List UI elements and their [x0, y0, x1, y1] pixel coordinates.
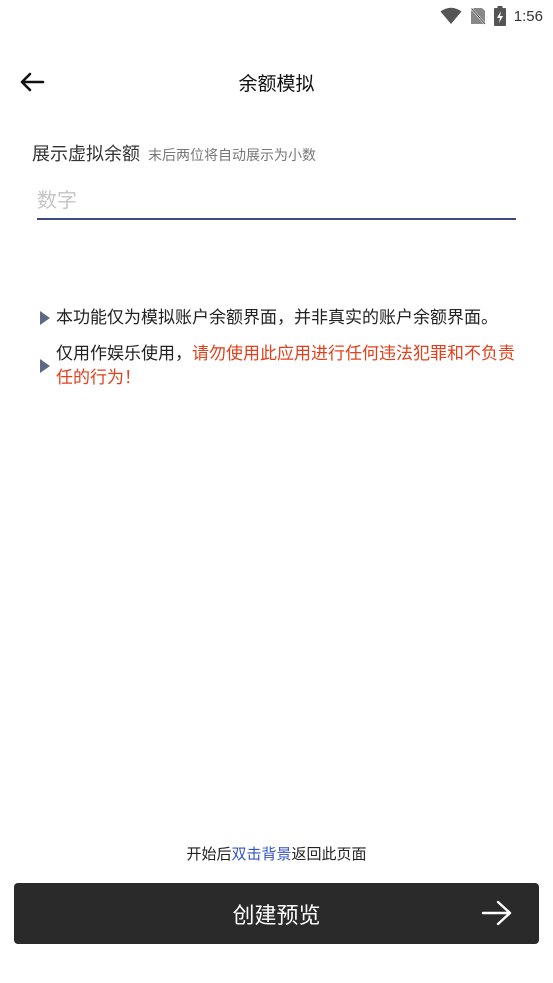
note-text-plain: 仅用作娱乐使用，	[56, 344, 192, 364]
balance-amount-input[interactable]	[37, 182, 516, 220]
wifi-icon	[440, 7, 462, 25]
note-text: 仅用作娱乐使用，请勿使用此应用进行任何违法犯罪和不负责任的行为！	[56, 342, 518, 390]
return-tip: 开始后双击背景返回此页面	[0, 843, 553, 864]
status-bar: 1:56	[0, 0, 553, 32]
tip-suffix: 返回此页面	[291, 845, 367, 863]
tip-link-double-tap: 双击背景	[231, 845, 292, 863]
status-time: 1:56	[513, 7, 543, 25]
notes-list: 本功能仅为模拟账户余额界面，并非真实的账户余额界面。 仅用作娱乐使用，请勿使用此…	[38, 306, 518, 402]
balance-field-label-row: 展示虚拟余额 末后两位将自动展示为小数	[32, 140, 316, 166]
balance-field-label: 展示虚拟余额	[32, 144, 140, 165]
balance-field-hint: 末后两位将自动展示为小数	[148, 148, 316, 164]
page-title: 余额模拟	[238, 72, 315, 95]
triangle-bullet-icon	[40, 359, 50, 373]
toolbar: 余额模拟	[0, 58, 553, 106]
triangle-bullet-icon	[40, 311, 50, 325]
create-preview-button[interactable]: 创建预览	[14, 883, 539, 944]
note-item: 本功能仅为模拟账户余额界面，并非真实的账户余额界面。	[38, 306, 518, 330]
arrow-left-icon	[20, 72, 45, 92]
battery-charging-icon	[493, 6, 506, 26]
note-text: 本功能仅为模拟账户余额界面，并非真实的账户余额界面。	[56, 308, 498, 328]
balance-simulation-screen: 1:56 余额模拟 展示虚拟余额 末后两位将自动展示为小数 本功能仅为模拟账户余…	[0, 0, 553, 983]
note-item: 仅用作娱乐使用，请勿使用此应用进行任何违法犯罪和不负责任的行为！	[38, 342, 518, 390]
create-preview-label: 创建预览	[232, 903, 321, 929]
arrow-right-icon	[481, 900, 512, 926]
tip-prefix: 开始后	[186, 845, 232, 863]
no-sim-icon	[470, 7, 486, 25]
back-button[interactable]	[14, 64, 50, 100]
